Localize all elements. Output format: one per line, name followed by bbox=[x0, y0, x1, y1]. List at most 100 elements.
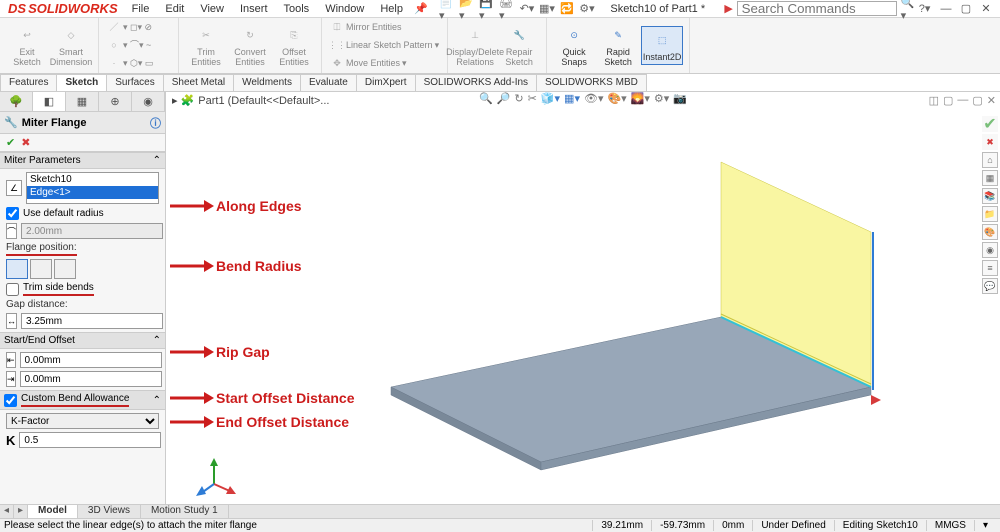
offset-entities-button[interactable]: ⎘Offset Entities bbox=[273, 22, 315, 69]
tab-dimxpert[interactable]: DimXpert bbox=[356, 74, 416, 91]
smart-dimension-button[interactable]: ◇Smart Dimension bbox=[50, 22, 92, 69]
menu-edit[interactable]: Edit bbox=[159, 1, 190, 17]
save-icon[interactable]: 💾▾ bbox=[479, 1, 495, 17]
menu-help[interactable]: Help bbox=[374, 1, 409, 17]
screen-capture-icon[interactable]: 📷 bbox=[673, 92, 687, 105]
tab-addins[interactable]: SOLIDWORKS Add-Ins bbox=[415, 74, 537, 91]
options-icon[interactable]: ⚙▾ bbox=[579, 1, 595, 17]
breadcrumb[interactable]: ▸ 🧩 Part1 (Default<<Default>... bbox=[172, 94, 329, 107]
resources-icon[interactable]: ▦ bbox=[982, 170, 998, 186]
point-tool-icon[interactable]: ·▾ ⬡▾ ▭ bbox=[105, 56, 155, 72]
status-units[interactable]: MMGS bbox=[926, 520, 974, 531]
vp-btn1-icon[interactable]: ◫ bbox=[929, 94, 939, 107]
ok-button[interactable]: ✔ bbox=[6, 136, 15, 149]
appearance-icon[interactable]: 🎨▾ bbox=[607, 92, 626, 105]
confirm-feature-icon[interactable]: ✔ bbox=[982, 116, 998, 132]
tab-scroll-left-icon[interactable]: ◂ bbox=[0, 505, 14, 518]
mirror-entities-button[interactable]: ⎅Mirror Entities bbox=[328, 20, 404, 36]
cancel-feature-icon[interactable]: ✖ bbox=[982, 134, 998, 150]
design-library-icon[interactable]: 📚 bbox=[982, 188, 998, 204]
dimxpert-tab-icon[interactable]: ⊕ bbox=[99, 92, 132, 111]
vp-close-icon[interactable]: ✕ bbox=[987, 94, 996, 107]
help-feature-icon[interactable]: ⓘ bbox=[150, 115, 161, 131]
tab-features[interactable]: Features bbox=[0, 74, 57, 91]
trim-side-bends-checkbox[interactable]: Trim side bends bbox=[6, 282, 159, 296]
view-palette-icon[interactable]: 🎨 bbox=[982, 224, 998, 240]
close-icon[interactable]: ✕ bbox=[978, 2, 994, 16]
appearances-icon[interactable]: ◉ bbox=[982, 242, 998, 258]
hide-show-icon[interactable]: 👁▾ bbox=[584, 92, 604, 105]
tab-3dviews[interactable]: 3D Views bbox=[78, 505, 141, 518]
tab-motion-study[interactable]: Motion Study 1 bbox=[141, 505, 229, 518]
view-orientation-icon[interactable]: 🧊▾ bbox=[541, 92, 560, 105]
cancel-button[interactable]: ✖ bbox=[21, 136, 30, 149]
menu-insert[interactable]: Insert bbox=[234, 1, 274, 17]
open-icon[interactable]: 📂▾ bbox=[459, 1, 475, 17]
list-item[interactable]: Sketch10 bbox=[27, 173, 158, 186]
line-tool-icon[interactable]: ／▾ ◻▾ ⊘ bbox=[105, 20, 154, 36]
bend-allowance-type-select[interactable]: K-Factor bbox=[6, 413, 159, 429]
miter-parameters-header[interactable]: Miter Parameters⌃ bbox=[0, 152, 165, 169]
search-dropdown-icon[interactable]: 🔍▾ bbox=[901, 1, 917, 17]
end-offset-input[interactable] bbox=[20, 371, 162, 387]
restore-icon[interactable]: ▢ bbox=[958, 2, 974, 16]
file-explorer-icon[interactable]: 📁 bbox=[982, 206, 998, 222]
flange-pos-material-inside[interactable] bbox=[6, 259, 28, 279]
start-offset-input[interactable] bbox=[20, 352, 162, 368]
vp-btn2-icon[interactable]: ▢ bbox=[943, 94, 953, 107]
home-icon[interactable]: ⌂ bbox=[982, 152, 998, 168]
display-relations-button[interactable]: ⊥Display/Delete Relations bbox=[454, 22, 496, 69]
menu-view[interactable]: View bbox=[194, 1, 230, 17]
zoom-area-icon[interactable]: 🔎 bbox=[497, 92, 511, 105]
circle-tool-icon[interactable]: ○▾ ⌒▾ ~ bbox=[105, 38, 153, 54]
flyout-tree-icon[interactable]: ▸ 🧩 bbox=[172, 94, 194, 107]
status-extra-icon[interactable]: ▾ bbox=[974, 520, 996, 531]
search-commands-input[interactable] bbox=[737, 1, 897, 16]
minimize-icon[interactable]: — bbox=[938, 2, 954, 16]
menu-pin-icon[interactable]: 📌 bbox=[413, 1, 429, 17]
custom-props-icon[interactable]: ≡ bbox=[982, 260, 998, 276]
gap-distance-input[interactable] bbox=[21, 313, 163, 329]
menu-window[interactable]: Window bbox=[319, 1, 370, 17]
property-manager-tab-icon[interactable]: ◧ bbox=[33, 92, 66, 111]
zoom-fit-icon[interactable]: 🔍 bbox=[479, 92, 493, 105]
select-icon[interactable]: ▦▾ bbox=[539, 1, 555, 17]
k-factor-input[interactable] bbox=[19, 432, 161, 448]
graphics-viewport[interactable]: ▸ 🧩 Part1 (Default<<Default>... 🔍 🔎 ↻ ✂ … bbox=[166, 92, 1000, 504]
start-end-offset-header[interactable]: Start/End Offset⌃ bbox=[0, 332, 165, 349]
tab-scroll-right-icon[interactable]: ▸ bbox=[14, 505, 28, 518]
rapid-sketch-button[interactable]: ✎Rapid Sketch bbox=[597, 22, 639, 69]
linear-pattern-button[interactable]: ⋮⋮Linear Sketch Pattern▾ bbox=[328, 38, 441, 54]
orientation-triad-icon[interactable] bbox=[196, 456, 236, 496]
tab-model[interactable]: Model bbox=[28, 505, 78, 518]
tab-evaluate[interactable]: Evaluate bbox=[300, 74, 357, 91]
search-run-icon[interactable]: ▶ bbox=[721, 1, 737, 17]
menu-tools[interactable]: Tools bbox=[278, 1, 316, 17]
scene-icon[interactable]: 🌄▾ bbox=[631, 92, 650, 105]
feature-tree-tab-icon[interactable]: 🌳 bbox=[0, 92, 33, 111]
edge-selection-list[interactable]: Sketch10 Edge<1> bbox=[26, 172, 159, 204]
vp-minimize-icon[interactable]: — bbox=[957, 94, 968, 107]
use-default-radius-checkbox[interactable]: Use default radius bbox=[6, 207, 159, 220]
view-settings-icon[interactable]: ⚙▾ bbox=[654, 92, 669, 105]
list-item-selected[interactable]: Edge<1> bbox=[27, 186, 158, 199]
instant2d-button[interactable]: ⬚Instant2D bbox=[641, 26, 683, 65]
undo-icon[interactable]: ↶▾ bbox=[519, 1, 535, 17]
quick-snaps-button[interactable]: ⊙Quick Snaps bbox=[553, 22, 595, 69]
tab-weldments[interactable]: Weldments bbox=[233, 74, 301, 91]
tab-surfaces[interactable]: Surfaces bbox=[106, 74, 163, 91]
tab-mbd[interactable]: SOLIDWORKS MBD bbox=[536, 74, 647, 91]
cba-checkbox[interactable] bbox=[4, 394, 17, 407]
section-view-icon[interactable]: ✂ bbox=[528, 92, 537, 105]
flange-pos-bend-outside[interactable] bbox=[54, 259, 76, 279]
display-style-icon[interactable]: ▦▾ bbox=[564, 92, 580, 105]
trim-entities-button[interactable]: ✂Trim Entities bbox=[185, 22, 227, 69]
appearance-tab-icon[interactable]: ◉ bbox=[132, 92, 165, 111]
tab-sketch[interactable]: Sketch bbox=[56, 74, 107, 91]
print-icon[interactable]: 🖨▾ bbox=[499, 1, 515, 17]
new-icon[interactable]: 📄▾ bbox=[439, 1, 455, 17]
config-tab-icon[interactable]: ▦ bbox=[66, 92, 99, 111]
flange-pos-material-outside[interactable] bbox=[30, 259, 52, 279]
menu-file[interactable]: File bbox=[126, 1, 156, 17]
move-entities-button[interactable]: ✥Move Entities▾ bbox=[328, 56, 409, 72]
